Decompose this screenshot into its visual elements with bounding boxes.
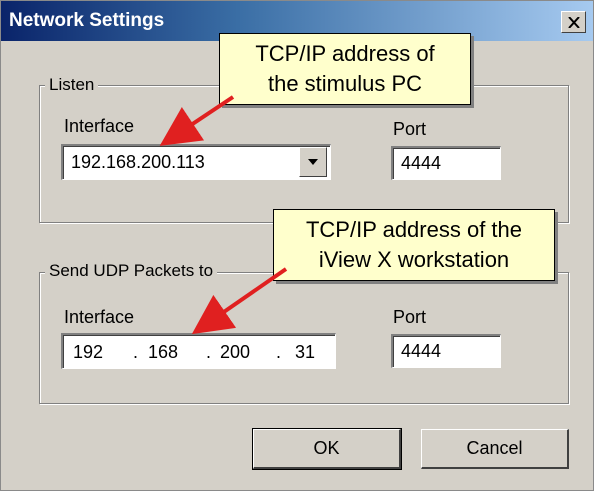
network-settings-dialog: Network Settings Listen Interface 192.16… [0, 0, 594, 491]
annotation-arrows [159, 95, 288, 335]
arrow-to-listen-interface [159, 95, 235, 146]
arrow-to-send-udp-interface [191, 267, 288, 335]
